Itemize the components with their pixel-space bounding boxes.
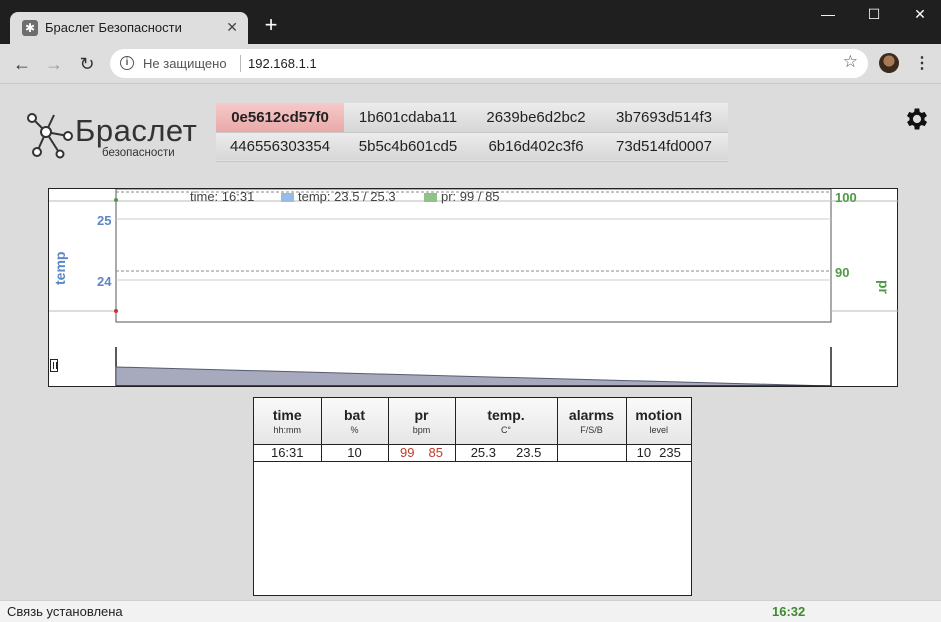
col-motion[interactable]: motion level — [626, 398, 691, 445]
status-bar: Связь установлена 16:32 — [0, 600, 941, 622]
temp-point — [114, 309, 118, 313]
close-window-button[interactable]: ✕ — [900, 4, 940, 24]
pr-point — [114, 198, 118, 202]
cell-motion: 10 235 — [626, 444, 691, 462]
navigator-area — [115, 366, 832, 387]
security-status[interactable]: Не защищено — [143, 56, 227, 71]
device-tab-1b601cdaba11[interactable]: 1b601cdaba11 — [344, 103, 472, 133]
browser-tab[interactable]: ✱ Браслет Безопасности ✕ — [10, 12, 248, 44]
cell-bat: 10 — [321, 444, 389, 462]
cell-temp: 25.3 23.5 — [455, 444, 558, 462]
url-divider — [240, 55, 241, 72]
device-tab-3b7693d514f3[interactable]: 3b7693d514f3 — [600, 103, 728, 133]
tab-close-icon[interactable]: ✕ — [226, 19, 238, 36]
col-alarms[interactable]: alarms F/S/B — [557, 398, 627, 445]
reload-button[interactable]: ↻ — [75, 52, 99, 76]
browser-titlebar: ✱ Браслет Безопасности ✕ + — ☐ ✕ — [0, 0, 941, 44]
new-tab-button[interactable]: + — [259, 14, 283, 38]
info-icon[interactable]: i — [120, 56, 134, 70]
device-tab-6b16d402c3f6[interactable]: 6b16d402c3f6 — [472, 132, 600, 162]
col-pr[interactable]: pr bpm — [388, 398, 456, 445]
cell-motion-value-2: 235 — [659, 445, 681, 460]
left-axis-label: temp — [52, 251, 68, 285]
legend-pr: pr: 99 / 85 — [441, 189, 500, 204]
device-tab-2639be6d2bc2[interactable]: 2639be6d2bc2 — [472, 103, 600, 133]
right-tick-100: 100 — [835, 190, 857, 205]
col-bat[interactable]: bat% — [321, 398, 389, 445]
network-logo-icon — [27, 113, 73, 159]
url-text[interactable]: 192.168.1.1 — [248, 56, 317, 71]
browser-menu-icon[interactable]: ⋮ — [914, 54, 930, 74]
logo-title: Браслет — [75, 113, 198, 148]
chart-svg: time: 16:31 temp: 23.5 / 25.3 pr: 99 / 8… — [49, 189, 899, 387]
vitals-chart: time: 16:31 temp: 23.5 / 25.3 pr: 99 / 8… — [48, 188, 899, 387]
navigator-scroll-handle[interactable] — [50, 359, 58, 372]
device-tab-0e5612cd57f0[interactable]: 0e5612cd57f0 — [216, 103, 344, 133]
bookmark-star-icon[interactable]: ☆ — [843, 52, 858, 72]
cell-temp-value-2: 23.5 — [516, 445, 542, 460]
browser-toolbar: ← → ↻ i Не защищено 192.168.1.1 ☆ — [0, 44, 941, 84]
cell-alarms — [557, 444, 627, 462]
right-axis-label: pr — [876, 280, 892, 294]
cell-pr-value-2: 85 — [428, 445, 443, 460]
legend-pr-swatch — [424, 193, 437, 202]
cell-motion-value-1: 10 — [636, 445, 652, 460]
readings-table: time hh:mm bat% pr bpm temp. C° alarms F/S/B… — [253, 397, 692, 596]
table-header-row: time hh:mm bat% pr bpm temp. C° alarms F/S/B… — [254, 398, 691, 445]
col-time[interactable]: time hh:mm — [254, 398, 322, 445]
cell-time: 16:31 — [254, 444, 322, 462]
back-button[interactable]: ← — [10, 52, 34, 76]
app-logo: Браслет безопасности — [24, 110, 204, 162]
profile-avatar[interactable] — [879, 53, 899, 73]
right-tick-90: 90 — [835, 265, 849, 280]
maximize-button[interactable]: ☐ — [854, 4, 894, 24]
forward-button[interactable]: → — [42, 52, 66, 76]
cell-temp-value-1: 25.3 — [470, 445, 496, 460]
tab-title: Браслет Безопасности — [45, 20, 182, 35]
minimize-button[interactable]: — — [808, 4, 848, 24]
settings-gear-icon[interactable] — [903, 105, 931, 133]
device-tab-446556303354[interactable]: 446556303354 — [216, 132, 344, 162]
device-selector: 0e5612cd57f0 1b601cdaba11 2639be6d2bc2 3… — [216, 103, 728, 162]
left-tick-24: 24 — [97, 274, 112, 289]
status-clock: 16:32 — [772, 604, 806, 619]
plot-area — [115, 189, 832, 323]
legend-time: time: 16:31 — [190, 189, 254, 204]
logo-subtitle: безопасности — [102, 147, 175, 159]
table-row[interactable]: 16:31 10 99 85 25.3 23.5 10 235 — [254, 444, 691, 462]
connection-status: Связь установлена — [7, 604, 123, 619]
cell-pr-value-1: 99 — [400, 445, 415, 460]
device-tab-5b5c4b601cd5[interactable]: 5b5c4b601cd5 — [344, 132, 472, 162]
address-bar[interactable]: i Не защищено 192.168.1.1 ☆ — [110, 49, 868, 78]
tab-favicon-icon: ✱ — [22, 20, 38, 36]
cell-pr: 99 85 — [388, 444, 456, 462]
left-tick-25: 25 — [97, 213, 111, 228]
col-temp[interactable]: temp. C° — [455, 398, 558, 445]
legend-temp: temp: 23.5 / 25.3 — [298, 189, 396, 204]
device-tab-73d514fd0007[interactable]: 73d514fd0007 — [600, 132, 728, 162]
legend-temp-swatch — [281, 193, 294, 202]
